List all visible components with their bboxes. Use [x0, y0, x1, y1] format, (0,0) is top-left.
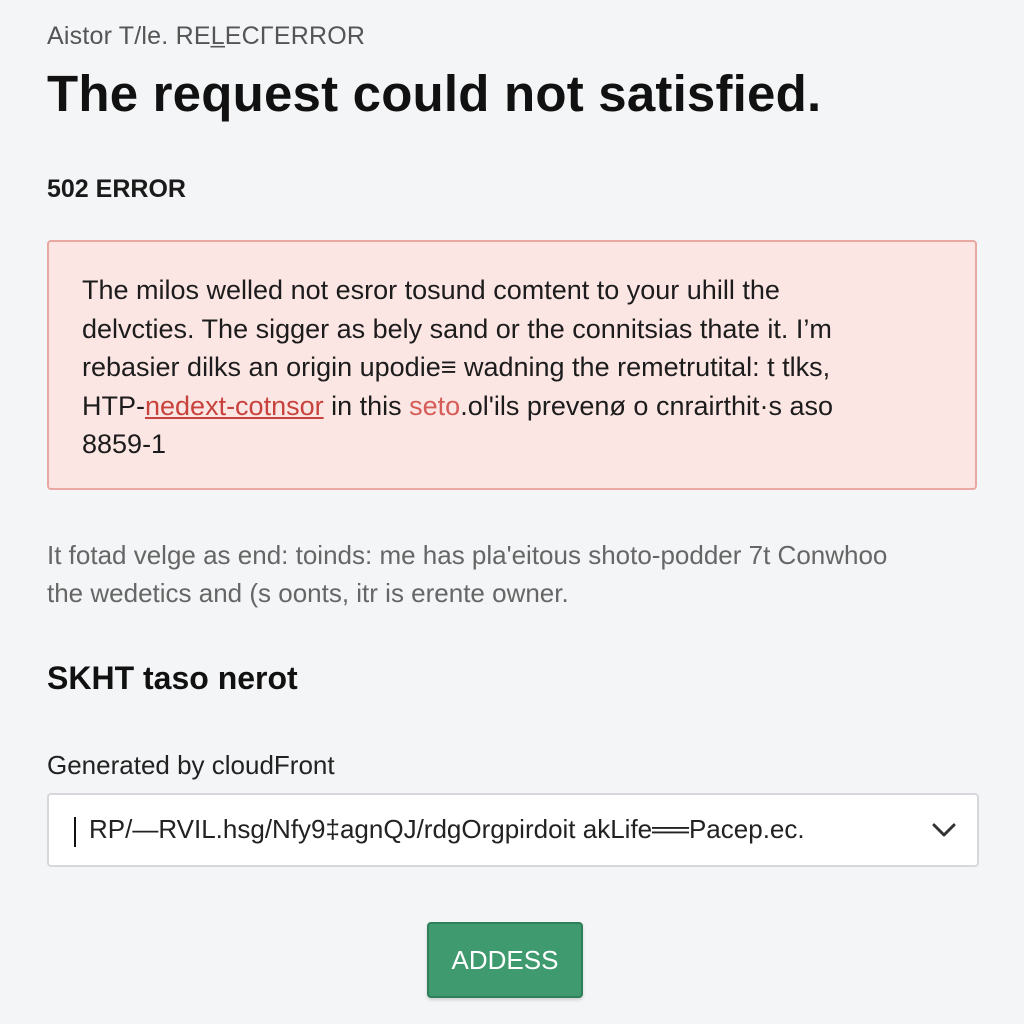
- select-value: RP/—RVIL.hsg/Nfy9‡agnQJ/rdgOrgpirdoit ak…: [89, 814, 805, 844]
- alert-accent-text: seto: [409, 390, 461, 421]
- error-code: 502 ERROR: [47, 175, 186, 203]
- info-line: It fotad velge as end: toinds: me has pl…: [47, 540, 888, 570]
- alert-line: The mi​los welled not esror tosund comte…: [82, 275, 780, 305]
- alert-text-mid: in this: [323, 390, 410, 421]
- alert-line: 8859-1: [82, 429, 167, 459]
- section-heading: SKHT taso nerot: [47, 660, 298, 696]
- alert-line-with-link: HTP-nedext-cotnsor in this seto.ol'ils p…: [82, 387, 942, 426]
- address-button[interactable]: ADDESS: [427, 922, 583, 998]
- request-id-select[interactable]: RP/—RVIL.hsg/Nfy9‡agnQJ/rdgOrgpirdoit ak…: [47, 793, 979, 867]
- alert-line: delvcties. The sigger as bely sand or th…: [82, 313, 832, 344]
- text-cursor: [74, 817, 76, 847]
- error-page: Aistor T/le. REL̲ECΓERROR The request co…: [47, 0, 979, 1024]
- alert-line: rebasier dilks an origin upodie≡ wadning…: [82, 352, 831, 382]
- alert-text-prefix: HTP-: [82, 390, 145, 421]
- generated-by-label: Generated by cloudFront: [47, 750, 335, 780]
- error-alert-box: The mi​los welled not esror tosund comte…: [47, 240, 977, 490]
- info-paragraph: It fotad velge as end: toinds: me has pl…: [47, 536, 887, 612]
- chevron-down-icon[interactable]: [929, 815, 959, 845]
- alert-text-suffix: .ol'ils prevenø o cnrairthit·s aso: [460, 390, 833, 421]
- page-title: The request could not satisfied.: [47, 65, 822, 122]
- info-line: the wedetics and (s oonts, itr is erente…: [47, 578, 569, 608]
- page-header-title: Aistor T/le. REL̲ECΓERROR: [47, 22, 366, 50]
- alert-link[interactable]: nedext-cotnsor: [145, 391, 324, 421]
